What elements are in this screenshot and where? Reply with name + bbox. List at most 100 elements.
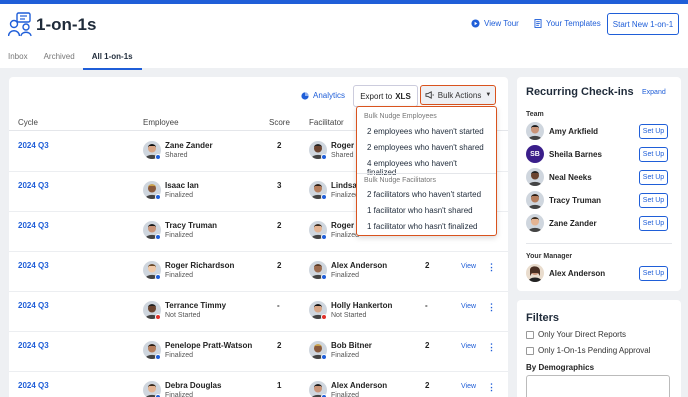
set-up-button[interactable]: Set Up xyxy=(639,266,668,281)
start-new-one-on-one-button[interactable]: Start New 1-on-1 xyxy=(607,13,679,35)
cycle-link[interactable]: 2024 Q3 xyxy=(18,181,49,190)
cycle-link[interactable]: 2024 Q3 xyxy=(18,221,49,230)
view-link[interactable]: View xyxy=(461,263,476,270)
facilitator-status: Finalized xyxy=(331,232,360,239)
employee-status: Finalized xyxy=(165,392,194,397)
megaphone-icon xyxy=(425,91,434,99)
employee-score: 2 xyxy=(277,141,282,150)
status-dot xyxy=(155,234,161,240)
bulk-actions-button[interactable]: Bulk Actions ▼ xyxy=(420,85,496,105)
column-header-facilitator[interactable]: Facilitator xyxy=(309,118,344,127)
nudge-facilitators-not-shared[interactable]: 1 facilitator who hasn't shared xyxy=(357,206,483,215)
table-row: 2024 Q3 Terrance Timmy Not Started - Holly H… xyxy=(9,292,508,332)
tab-all-one-on-ones[interactable]: All 1-on-1s xyxy=(82,48,142,70)
facilitator-status: Shared xyxy=(331,152,354,159)
export-label: Export to xyxy=(360,91,393,101)
team-member-item: SB Sheila Barnes Set Up xyxy=(526,145,672,165)
team-member-item: Neal Neeks Set Up xyxy=(526,168,672,188)
cycle-link[interactable]: 2024 Q3 xyxy=(18,261,49,270)
team-label: Team xyxy=(526,111,544,118)
your-templates-link[interactable]: Your Templates xyxy=(534,19,601,28)
people-chat-icon xyxy=(7,12,32,38)
expand-link[interactable]: Expand xyxy=(642,89,666,96)
cycle-link[interactable]: 2024 Q3 xyxy=(18,141,49,150)
set-up-button[interactable]: Set Up xyxy=(639,124,668,139)
employee-status: Not Started xyxy=(165,312,201,319)
facilitator-name: Bob Bitner xyxy=(331,341,372,350)
employee-name: Isaac Ian xyxy=(165,181,199,190)
checkbox[interactable] xyxy=(526,330,534,339)
avatar xyxy=(526,191,544,209)
status-dot xyxy=(155,354,161,360)
demographics-select[interactable] xyxy=(526,375,670,397)
nudge-facilitators-not-started[interactable]: 2 facilitators who haven't started xyxy=(357,190,491,199)
view-tour-link[interactable]: View Tour xyxy=(471,19,519,28)
bulk-actions-label: Bulk Actions xyxy=(437,90,482,100)
more-options-icon[interactable]: ⋮ xyxy=(487,382,496,393)
team-member-name: Tracy Truman xyxy=(549,196,602,205)
facilitator-status: Finalized xyxy=(331,272,360,279)
play-circle-icon xyxy=(471,19,480,28)
filter-pending-approval-label: Only 1-On-1s Pending Approval xyxy=(538,346,651,355)
status-dot xyxy=(155,194,161,200)
cycle-link[interactable]: 2024 Q3 xyxy=(18,341,49,350)
more-options-icon[interactable]: ⋮ xyxy=(487,342,496,353)
view-link[interactable]: View xyxy=(461,303,476,310)
tab-inbox[interactable]: Inbox xyxy=(0,48,36,70)
employee-status: Finalized xyxy=(165,352,194,359)
facilitator-status: Finalized xyxy=(331,352,360,359)
facilitator-name: Roger xyxy=(331,141,355,150)
view-link[interactable]: View xyxy=(461,383,476,390)
menu-group-facilitators: Bulk Nudge Facilitators xyxy=(364,177,436,184)
facilitator-score: 2 xyxy=(425,341,430,350)
employee-name: Zane Zander xyxy=(165,141,213,150)
column-header-score[interactable]: Score xyxy=(269,118,290,127)
facilitator-score: 2 xyxy=(425,381,430,390)
tab-bar: Inbox Archived All 1-on-1s xyxy=(0,48,142,70)
employee-name: Roger Richardson xyxy=(165,261,235,270)
avatar xyxy=(526,264,544,282)
view-link[interactable]: View xyxy=(461,343,476,350)
cycle-link[interactable]: 2024 Q3 xyxy=(18,381,49,390)
more-options-icon[interactable]: ⋮ xyxy=(487,262,496,273)
facilitator-status: Finalized xyxy=(331,192,360,199)
analytics-link[interactable]: Analytics xyxy=(301,91,345,100)
filter-direct-reports[interactable]: Only Your Direct Reports xyxy=(526,330,626,339)
set-up-button[interactable]: Set Up xyxy=(639,170,668,185)
facilitator-status: Finalized xyxy=(331,392,360,397)
menu-group-employees: Bulk Nudge Employees xyxy=(364,113,437,120)
set-up-button[interactable]: Set Up xyxy=(639,147,668,162)
table-row: 2024 Q3 Penelope Pratt-Watson Finalized 2 Bo… xyxy=(9,332,508,372)
export-to-xls-button[interactable]: Export to XLS xyxy=(353,85,418,107)
more-options-icon[interactable]: ⋮ xyxy=(487,302,496,313)
column-header-cycle[interactable]: Cycle xyxy=(18,118,38,127)
team-member-name: Amy Arkfield xyxy=(549,127,599,136)
column-header-employee[interactable]: Employee xyxy=(143,118,179,127)
employee-score: - xyxy=(277,301,280,310)
document-icon xyxy=(534,19,542,28)
employee-name: Tracy Truman xyxy=(165,221,218,230)
set-up-button[interactable]: Set Up xyxy=(639,216,668,231)
employee-score: 3 xyxy=(277,181,282,190)
pie-chart-icon xyxy=(301,91,309,100)
filter-direct-reports-label: Only Your Direct Reports xyxy=(538,330,627,339)
set-up-button[interactable]: Set Up xyxy=(639,193,668,208)
facilitator-name: Alex Anderson xyxy=(331,261,388,270)
checkbox[interactable] xyxy=(526,346,534,355)
avatar xyxy=(526,214,544,232)
nudge-employees-not-started[interactable]: 2 employees who haven't started xyxy=(357,127,494,136)
recurring-checkins-title: Recurring Check-ins xyxy=(526,86,634,98)
nudge-employees-not-finalized[interactable]: 4 employees who haven't finalized xyxy=(357,159,496,177)
filter-pending-approval[interactable]: Only 1-On-1s Pending Approval xyxy=(526,346,651,355)
filters-title: Filters xyxy=(526,312,560,324)
tab-archived[interactable]: Archived xyxy=(36,48,83,70)
nudge-employees-not-shared[interactable]: 2 employees who haven't shared xyxy=(357,143,494,152)
status-dot xyxy=(321,354,327,360)
employee-score: 2 xyxy=(277,341,282,350)
table-row: 2024 Q3 Debra Douglas Finalized 1 Alex Ander… xyxy=(9,372,508,397)
status-dot xyxy=(321,194,327,200)
nudge-facilitators-not-finalized[interactable]: 1 facilitator who hasn't finalized xyxy=(357,222,487,231)
avatar: SB xyxy=(526,145,544,163)
status-dot xyxy=(321,154,327,160)
cycle-link[interactable]: 2024 Q3 xyxy=(18,301,49,310)
